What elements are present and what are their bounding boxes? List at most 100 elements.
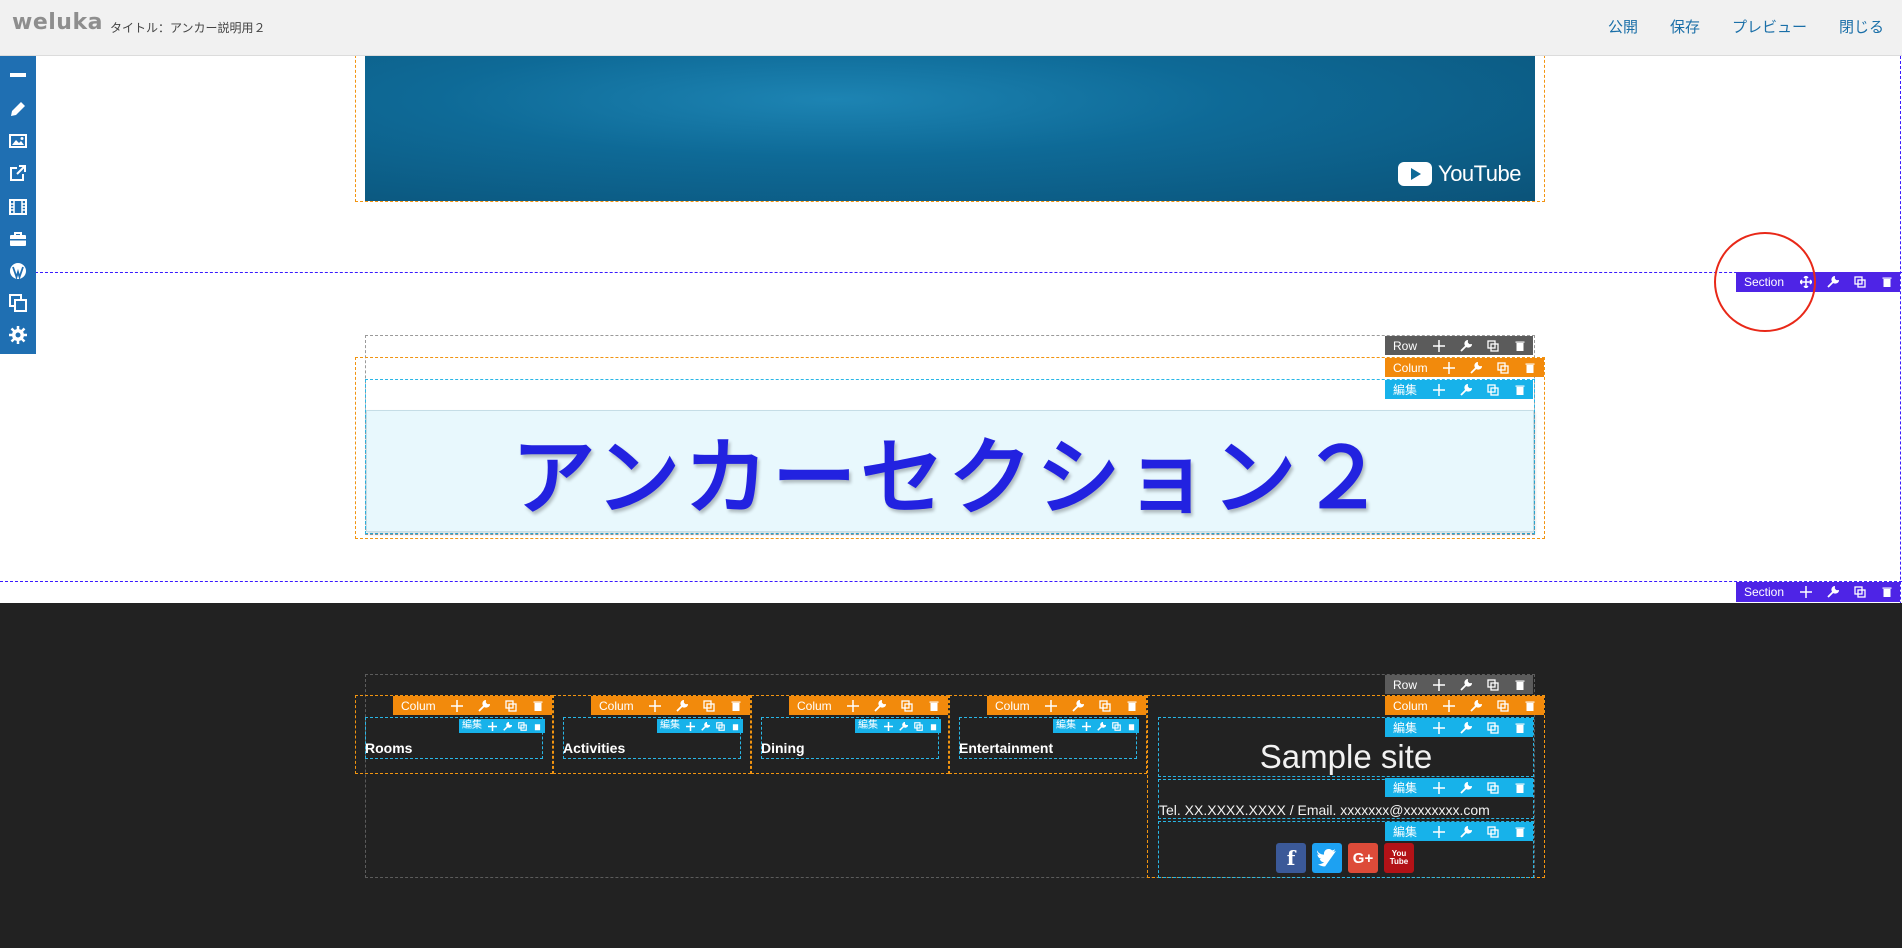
trash-icon[interactable] bbox=[1506, 719, 1533, 737]
footer-link-entertainment[interactable]: Entertainment bbox=[959, 740, 1053, 756]
trash-icon[interactable] bbox=[1517, 359, 1544, 377]
duplicate-icon[interactable] bbox=[1846, 273, 1873, 291]
wrench-icon[interactable] bbox=[1819, 273, 1846, 291]
move-icon[interactable] bbox=[444, 697, 471, 715]
film-icon[interactable] bbox=[7, 196, 29, 218]
duplicate-icon[interactable] bbox=[1479, 381, 1506, 399]
wrench-icon[interactable] bbox=[1065, 697, 1092, 715]
edit-label[interactable]: 編集 bbox=[657, 719, 683, 733]
trash-icon[interactable] bbox=[1124, 719, 1139, 733]
wrench-icon[interactable] bbox=[1463, 697, 1490, 715]
trash-icon[interactable] bbox=[1506, 337, 1533, 355]
trash-icon[interactable] bbox=[1506, 779, 1533, 797]
wrench-icon[interactable] bbox=[896, 719, 911, 733]
edit-label[interactable]: 編集 bbox=[1385, 381, 1425, 399]
wrench-icon[interactable] bbox=[1452, 676, 1479, 694]
wrench-icon[interactable] bbox=[1452, 779, 1479, 797]
move-icon[interactable] bbox=[1038, 697, 1065, 715]
trash-icon[interactable] bbox=[1506, 381, 1533, 399]
trash-icon[interactable] bbox=[1119, 697, 1146, 715]
gear-icon[interactable] bbox=[7, 324, 29, 346]
duplicate-icon[interactable] bbox=[515, 719, 530, 733]
edit-label[interactable]: 編集 bbox=[1053, 719, 1079, 733]
briefcase-icon[interactable] bbox=[7, 228, 29, 250]
wrench-icon[interactable] bbox=[1452, 381, 1479, 399]
trash-icon[interactable] bbox=[723, 697, 750, 715]
trash-icon[interactable] bbox=[1506, 823, 1533, 841]
trash-icon[interactable] bbox=[1873, 583, 1900, 601]
move-icon[interactable] bbox=[1425, 337, 1452, 355]
move-icon[interactable] bbox=[1425, 676, 1452, 694]
trash-icon[interactable] bbox=[525, 697, 552, 715]
duplicate-icon[interactable] bbox=[1479, 337, 1506, 355]
external-link-icon[interactable] bbox=[7, 162, 29, 184]
wrench-icon[interactable] bbox=[669, 697, 696, 715]
trash-icon[interactable] bbox=[1873, 273, 1900, 291]
wrench-icon[interactable] bbox=[1452, 337, 1479, 355]
youtube-video-embed[interactable]: YouTube bbox=[365, 56, 1535, 201]
move-icon[interactable] bbox=[1425, 381, 1452, 399]
duplicate-icon[interactable] bbox=[696, 697, 723, 715]
copy-icon[interactable] bbox=[7, 292, 29, 314]
footer-link-activities[interactable]: Activities bbox=[563, 740, 625, 756]
edit-label[interactable]: 編集 bbox=[1385, 823, 1425, 841]
google-plus-icon[interactable]: G+ bbox=[1348, 843, 1378, 873]
edit-label[interactable]: 編集 bbox=[855, 719, 881, 733]
duplicate-icon[interactable] bbox=[1479, 676, 1506, 694]
duplicate-icon[interactable] bbox=[1490, 697, 1517, 715]
edit-label[interactable]: 編集 bbox=[459, 719, 485, 733]
duplicate-icon[interactable] bbox=[498, 697, 525, 715]
duplicate-icon[interactable] bbox=[713, 719, 728, 733]
trash-icon[interactable] bbox=[530, 719, 545, 733]
publish-button[interactable]: 公開 bbox=[1608, 16, 1638, 37]
wrench-icon[interactable] bbox=[1463, 359, 1490, 377]
duplicate-icon[interactable] bbox=[1479, 823, 1506, 841]
trash-icon[interactable] bbox=[728, 719, 743, 733]
trash-icon[interactable] bbox=[921, 697, 948, 715]
facebook-icon[interactable]: f bbox=[1276, 843, 1306, 873]
move-icon[interactable] bbox=[683, 719, 698, 733]
wrench-icon[interactable] bbox=[1452, 823, 1479, 841]
move-icon[interactable] bbox=[1436, 697, 1463, 715]
pencil-icon[interactable] bbox=[7, 98, 29, 120]
save-button[interactable]: 保存 bbox=[1670, 16, 1700, 37]
move-icon[interactable] bbox=[1425, 779, 1452, 797]
move-icon[interactable] bbox=[642, 697, 669, 715]
move-icon[interactable] bbox=[1425, 719, 1452, 737]
duplicate-icon[interactable] bbox=[1109, 719, 1124, 733]
duplicate-icon[interactable] bbox=[1479, 719, 1506, 737]
move-icon[interactable] bbox=[485, 719, 500, 733]
wrench-icon[interactable] bbox=[1094, 719, 1109, 733]
duplicate-icon[interactable] bbox=[1092, 697, 1119, 715]
twitter-icon[interactable] bbox=[1312, 843, 1342, 873]
wrench-icon[interactable] bbox=[1452, 719, 1479, 737]
close-button[interactable]: 閉じる bbox=[1839, 16, 1884, 37]
footer-link-dining[interactable]: Dining bbox=[761, 740, 805, 756]
anchor-heading-block[interactable]: アンカーセクション２ bbox=[366, 410, 1534, 532]
edit-label[interactable]: 編集 bbox=[1385, 719, 1425, 737]
wrench-icon[interactable] bbox=[1819, 583, 1846, 601]
duplicate-icon[interactable] bbox=[1490, 359, 1517, 377]
trash-icon[interactable] bbox=[1517, 697, 1544, 715]
duplicate-icon[interactable] bbox=[911, 719, 926, 733]
duplicate-icon[interactable] bbox=[1846, 583, 1873, 601]
wrench-icon[interactable] bbox=[500, 719, 515, 733]
youtube-icon[interactable]: You Tube bbox=[1384, 843, 1414, 873]
move-icon[interactable] bbox=[1425, 823, 1452, 841]
wrench-icon[interactable] bbox=[698, 719, 713, 733]
move-icon[interactable] bbox=[1079, 719, 1094, 733]
move-icon[interactable] bbox=[840, 697, 867, 715]
wrench-icon[interactable] bbox=[867, 697, 894, 715]
wordpress-icon[interactable] bbox=[7, 260, 29, 282]
trash-icon[interactable] bbox=[926, 719, 941, 733]
minus-icon[interactable] bbox=[7, 64, 29, 86]
edit-label[interactable]: 編集 bbox=[1385, 779, 1425, 797]
move-icon[interactable] bbox=[881, 719, 896, 733]
image-icon[interactable] bbox=[7, 130, 29, 152]
preview-button[interactable]: プレビュー bbox=[1732, 16, 1807, 37]
trash-icon[interactable] bbox=[1506, 676, 1533, 694]
footer-link-rooms[interactable]: Rooms bbox=[365, 740, 412, 756]
duplicate-icon[interactable] bbox=[1479, 779, 1506, 797]
move-icon[interactable] bbox=[1792, 583, 1819, 601]
wrench-icon[interactable] bbox=[471, 697, 498, 715]
